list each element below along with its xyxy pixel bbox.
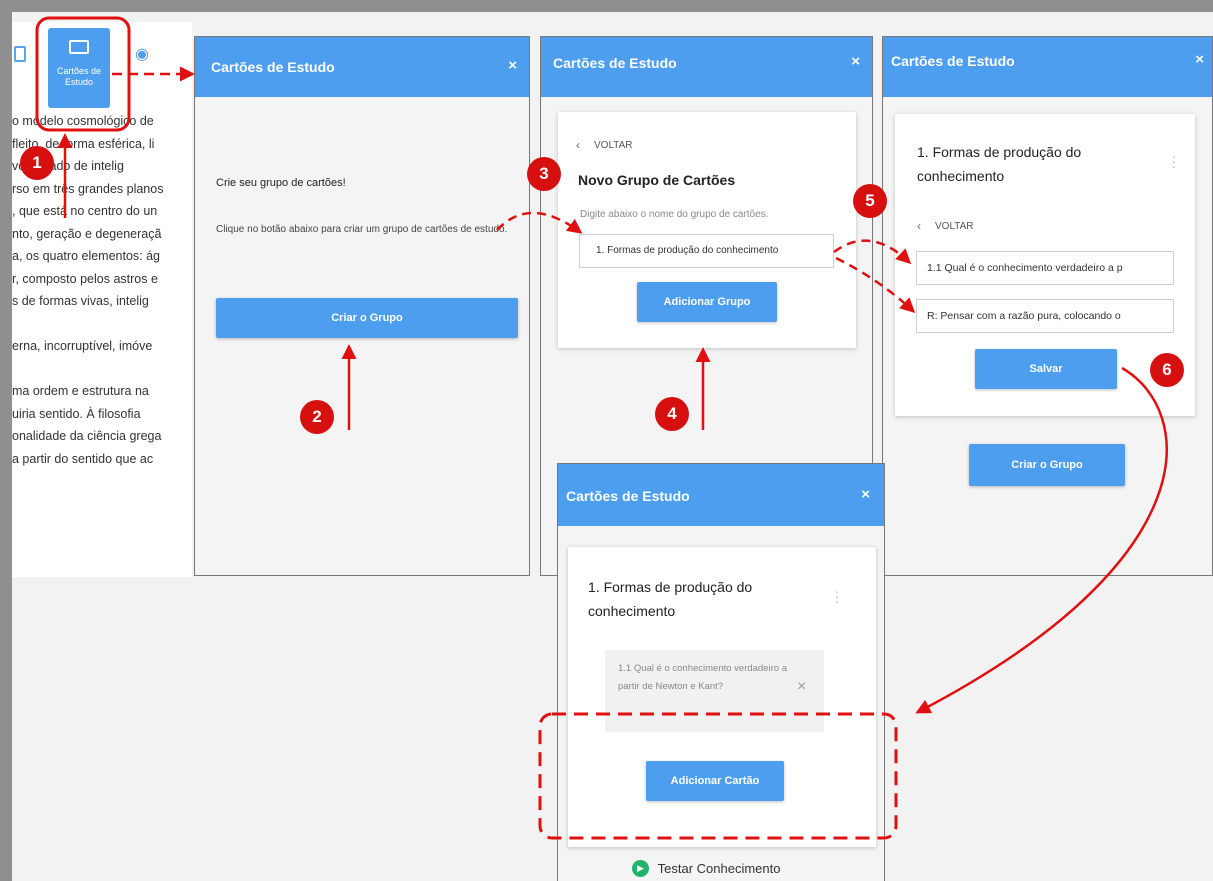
step-badge: 4 xyxy=(655,397,689,431)
step-badge: 5 xyxy=(853,184,887,218)
step-badge: 2 xyxy=(300,400,334,434)
step-badge: 1 xyxy=(20,146,54,180)
step-badge: 6 xyxy=(1150,353,1184,387)
arrow-to-answer-input xyxy=(835,256,916,314)
highlight-add-card-area xyxy=(538,712,898,840)
arrow-to-group-input xyxy=(496,211,583,234)
arrow-save-to-card xyxy=(915,366,1168,714)
annotation-overlay xyxy=(35,16,1168,840)
arrow-to-question-input xyxy=(833,239,912,265)
step-badge: 3 xyxy=(527,157,561,191)
